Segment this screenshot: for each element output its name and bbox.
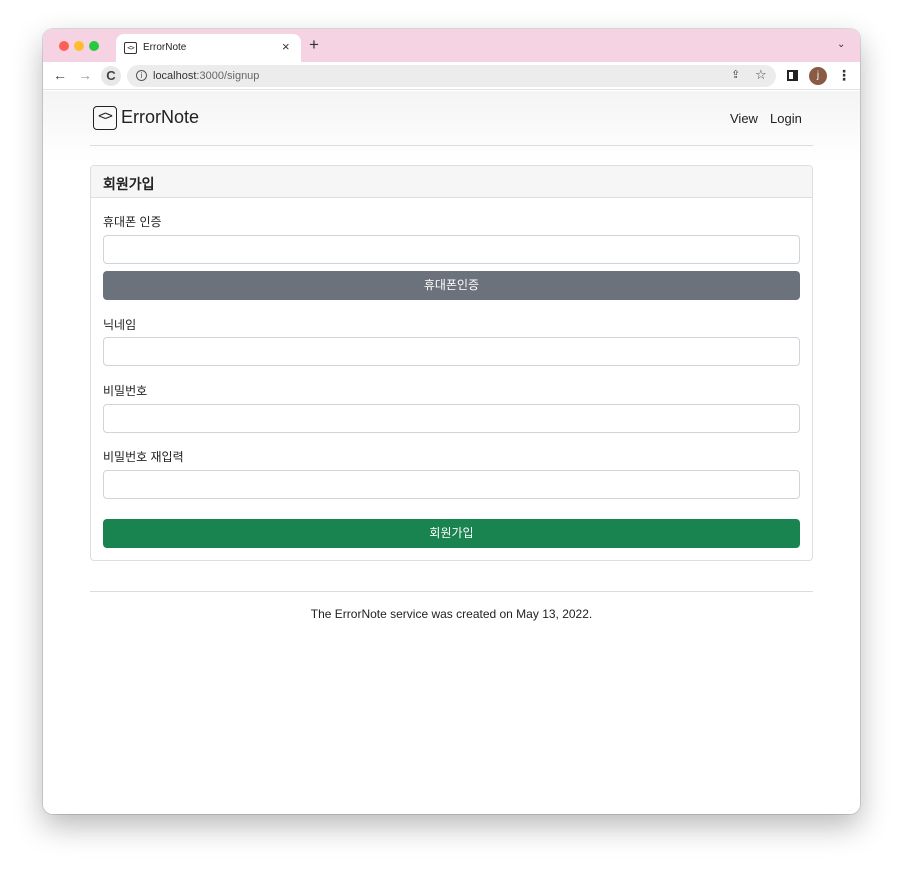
footer-divider: [90, 591, 813, 592]
nav-link-login[interactable]: Login: [770, 111, 802, 126]
url-path: :3000/signup: [196, 70, 260, 82]
footer-text: The ErrorNote service was created on May…: [310, 607, 593, 621]
back-arrow-icon[interactable]: ←: [53, 67, 67, 83]
url-text: localhost:3000/signup: [153, 70, 259, 82]
share-icon[interactable]: ⇪: [731, 68, 740, 81]
page-content: <> ErrorNote View Login 회원가입 휴대폰 인증 휴대폰인…: [43, 91, 860, 814]
nav-link-view[interactable]: View: [730, 111, 758, 126]
more-menu-icon[interactable]: ⋮: [837, 66, 851, 84]
code-icon: <>: [124, 42, 137, 54]
browser-toolbar: ← → C i localhost:3000/signup ⇪ ☆ j ⋮: [43, 62, 860, 90]
reload-icon[interactable]: C: [101, 66, 121, 86]
signup-submit-button[interactable]: 회원가입: [103, 519, 800, 548]
url-host: localhost: [153, 70, 197, 82]
maximize-window-button[interactable]: [89, 41, 99, 51]
browser-window: <> ErrorNote × + ⌄ ← → C i localhost:300…: [43, 29, 860, 814]
close-icon[interactable]: ×: [282, 39, 290, 54]
browser-tab-errornote[interactable]: <> ErrorNote ×: [116, 34, 301, 62]
bookmark-star-icon[interactable]: ☆: [755, 67, 767, 83]
chevron-down-icon[interactable]: ⌄: [837, 39, 845, 50]
password-label: 비밀번호: [103, 384, 148, 398]
address-bar[interactable]: i localhost:3000/signup ⇪ ☆: [127, 65, 776, 87]
phone-label: 휴대폰 인증: [103, 215, 162, 229]
profile-avatar[interactable]: j: [809, 67, 827, 85]
password-confirm-label: 비밀번호 재입력: [103, 450, 184, 464]
minimize-window-button[interactable]: [74, 41, 84, 51]
brand-name[interactable]: ErrorNote: [121, 107, 199, 128]
site-header: <> ErrorNote View Login: [90, 91, 813, 146]
tab-title: ErrorNote: [143, 42, 187, 53]
nickname-label: 닉네임: [103, 318, 137, 332]
phone-field[interactable]: [103, 235, 800, 264]
tab-bar: <> ErrorNote × + ⌄: [43, 29, 860, 62]
code-icon[interactable]: <>: [93, 106, 117, 130]
phone-verify-button[interactable]: 휴대폰인증: [103, 271, 800, 300]
password-field[interactable]: [103, 404, 800, 433]
signup-card: 회원가입 휴대폰 인증 휴대폰인증 닉네임 비밀번호 비밀번호 재입력 회원가입: [90, 165, 813, 561]
new-tab-icon[interactable]: +: [309, 36, 319, 54]
card-header: 회원가입: [91, 166, 812, 198]
password-confirm-field[interactable]: [103, 470, 800, 499]
nickname-field[interactable]: [103, 337, 800, 366]
page-title: 회원가입: [103, 176, 155, 192]
side-panel-icon[interactable]: [787, 70, 798, 81]
close-window-button[interactable]: [59, 41, 69, 51]
forward-arrow-icon[interactable]: →: [78, 67, 92, 83]
info-icon[interactable]: i: [136, 70, 147, 81]
